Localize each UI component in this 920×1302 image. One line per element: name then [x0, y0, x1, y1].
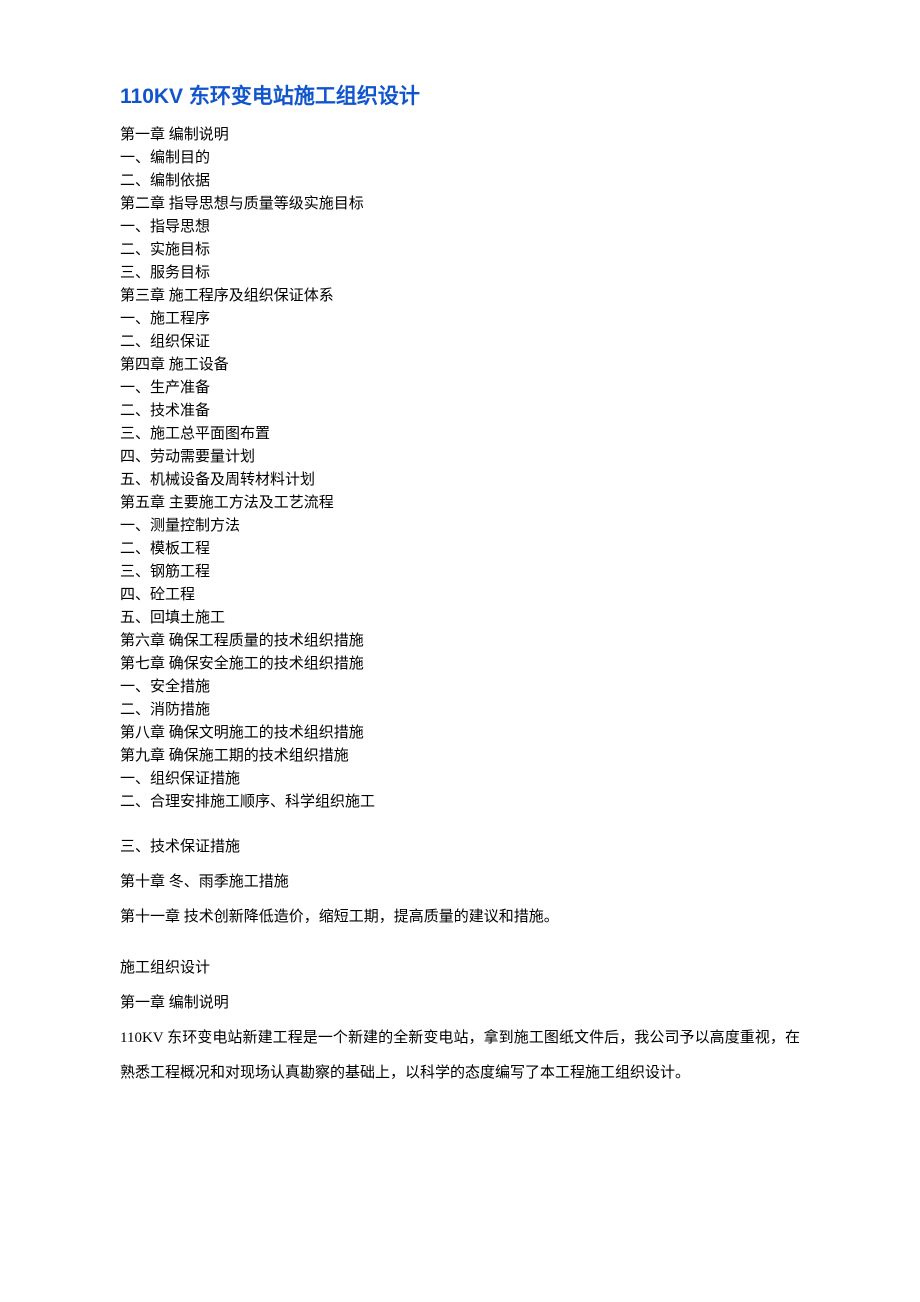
toc-item: 一、测量控制方法	[120, 515, 800, 538]
toc-item: 一、安全措施	[120, 676, 800, 699]
toc-item: 二、模板工程	[120, 538, 800, 561]
toc-item: 二、实施目标	[120, 239, 800, 262]
toc-item: 三、服务目标	[120, 262, 800, 285]
body-paragraph: 110KV 东环变电站新建工程是一个新建的全新变电站，拿到施工图纸文件后，我公司…	[120, 1021, 800, 1091]
toc-item: 三、钢筋工程	[120, 561, 800, 584]
toc-item: 二、消防措施	[120, 699, 800, 722]
document-title: 110KV 东环变电站施工组织设计	[120, 80, 800, 110]
toc-item: 四、砼工程	[120, 584, 800, 607]
toc-item: 第四章 施工设备	[120, 354, 800, 377]
toc-item: 一、施工程序	[120, 308, 800, 331]
toc-item: 一、编制目的	[120, 147, 800, 170]
toc-item: 二、技术准备	[120, 400, 800, 423]
toc-item: 五、机械设备及周转材料计划	[120, 469, 800, 492]
toc-item: 第一章 编制说明	[120, 124, 800, 147]
table-of-contents: 第一章 编制说明 一、编制目的 二、编制依据 第二章 指导思想与质量等级实施目标…	[120, 124, 800, 814]
toc-item: 第二章 指导思想与质量等级实施目标	[120, 193, 800, 216]
toc-item: 第十一章 技术创新降低造价，缩短工期，提高质量的建议和措施。	[120, 900, 800, 935]
toc-item: 五、回填土施工	[120, 607, 800, 630]
toc-item: 二、合理安排施工顺序、科学组织施工	[120, 791, 800, 814]
toc-item: 二、编制依据	[120, 170, 800, 193]
toc-item: 三、施工总平面图布置	[120, 423, 800, 446]
toc-item: 一、指导思想	[120, 216, 800, 239]
toc-item: 二、组织保证	[120, 331, 800, 354]
document-body: 施工组织设计 第一章 编制说明 110KV 东环变电站新建工程是一个新建的全新变…	[120, 951, 800, 1091]
toc-item: 第六章 确保工程质量的技术组织措施	[120, 630, 800, 653]
toc-item: 第七章 确保安全施工的技术组织措施	[120, 653, 800, 676]
toc-item: 一、组织保证措施	[120, 768, 800, 791]
toc-item: 四、劳动需要量计划	[120, 446, 800, 469]
toc-item: 一、生产准备	[120, 377, 800, 400]
toc-item: 第三章 施工程序及组织保证体系	[120, 285, 800, 308]
section-heading: 第一章 编制说明	[120, 986, 800, 1021]
toc-item: 第八章 确保文明施工的技术组织措施	[120, 722, 800, 745]
toc-continued: 三、技术保证措施 第十章 冬、雨季施工措施 第十一章 技术创新降低造价，缩短工期…	[120, 830, 800, 935]
toc-item: 第十章 冬、雨季施工措施	[120, 865, 800, 900]
section-heading: 施工组织设计	[120, 951, 800, 986]
toc-item: 第五章 主要施工方法及工艺流程	[120, 492, 800, 515]
toc-item: 第九章 确保施工期的技术组织措施	[120, 745, 800, 768]
toc-item: 三、技术保证措施	[120, 830, 800, 865]
